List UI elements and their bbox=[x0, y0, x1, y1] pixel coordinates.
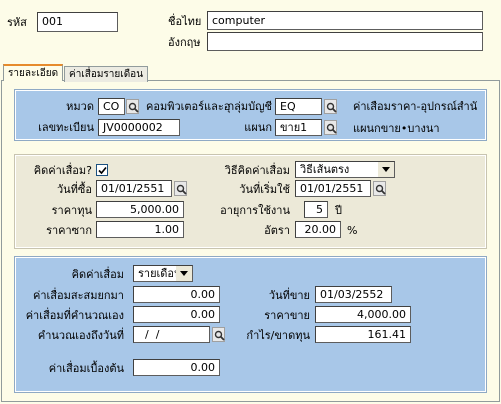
calc-until-search-button[interactable] bbox=[212, 327, 225, 342]
register-label: เลขทะเบียน bbox=[38, 121, 94, 134]
search-icon bbox=[326, 102, 337, 113]
category-search-button[interactable] bbox=[126, 99, 139, 114]
account-group-search-button[interactable] bbox=[324, 99, 337, 114]
check-icon bbox=[98, 166, 107, 175]
start-date-label: วันที่เริ่มใช้ bbox=[239, 183, 290, 196]
name-th-label: ชื่อไทย bbox=[168, 15, 202, 28]
category-label: หมวด bbox=[66, 100, 94, 113]
salvage-label: ราคาซาก bbox=[46, 224, 92, 237]
search-icon bbox=[176, 184, 187, 195]
life-label: อายุการใช้งาน bbox=[220, 204, 290, 217]
department-code-field[interactable]: ขาย1 bbox=[275, 119, 322, 136]
calc-until-field[interactable]: / / bbox=[133, 326, 210, 343]
accum-label: ค่าเสื่อมสะสมยกมา bbox=[33, 289, 124, 302]
period-label: คิดค่าเสื่อม bbox=[71, 268, 124, 281]
account-group-label: กลุ่มบัญชี bbox=[227, 100, 272, 113]
name-en-field[interactable] bbox=[207, 32, 483, 51]
start-date-search-button[interactable] bbox=[373, 181, 386, 196]
search-icon bbox=[214, 330, 225, 341]
calc-depreciation-label: คิดค่าเสื่อม? bbox=[33, 164, 92, 177]
life-unit: ปี bbox=[335, 204, 342, 217]
search-icon bbox=[375, 184, 386, 195]
code-field[interactable]: 001 bbox=[37, 12, 118, 32]
initial-field[interactable]: 0.00 bbox=[133, 359, 220, 376]
tab-monthly-depreciation[interactable]: ค่าเสื่อมรายเดือน bbox=[64, 66, 149, 82]
purchase-date-search-button[interactable] bbox=[174, 181, 187, 196]
profit-field[interactable]: 161.41 bbox=[315, 326, 411, 343]
method-dropdown-button[interactable] bbox=[378, 162, 394, 177]
department-name: แผนกขาย•บางนา bbox=[353, 122, 440, 135]
manual-field[interactable]: 0.00 bbox=[133, 306, 220, 323]
cost-label: ราคาทุน bbox=[51, 204, 92, 217]
search-icon bbox=[326, 123, 337, 134]
sale-date-label: วันที่ขาย bbox=[268, 289, 310, 302]
purchase-date-label: วันที่ซื้อ bbox=[56, 183, 92, 196]
accum-field[interactable]: 0.00 bbox=[133, 286, 220, 303]
department-search-button[interactable] bbox=[324, 120, 337, 135]
name-th-field[interactable]: computer bbox=[207, 11, 483, 30]
account-group-code-field[interactable]: EQ bbox=[275, 98, 322, 115]
register-field[interactable]: JV0000002 bbox=[98, 119, 180, 136]
rate-field[interactable]: 20.00 bbox=[295, 221, 341, 238]
sale-price-label: ราคาขาย bbox=[264, 309, 310, 322]
manual-label: ค่าเสื่อมที่คำนวณเอง bbox=[25, 309, 124, 322]
start-date-field[interactable]: 01/01/2551 bbox=[295, 180, 371, 197]
rate-unit: % bbox=[347, 224, 358, 237]
life-field[interactable]: 5 bbox=[304, 201, 328, 218]
department-label: แผนก bbox=[244, 121, 272, 134]
sale-date-field[interactable]: 01/03/2552 bbox=[315, 286, 392, 303]
sale-price-field[interactable]: 4,000.00 bbox=[315, 306, 411, 323]
name-en-label: อังกฤษ bbox=[168, 36, 201, 49]
tab-details[interactable]: รายละเอียด bbox=[3, 64, 64, 81]
calc-depreciation-checkbox[interactable] bbox=[96, 164, 108, 176]
account-group-name: ค่าเสื่อมราคา-อุปกรณ์สำนั bbox=[353, 100, 478, 113]
calc-until-label: คำนวณเองถึงวันที่ bbox=[37, 329, 124, 342]
initial-label: ค่าเสื่อมเบื้องต้น bbox=[48, 362, 124, 375]
code-label: รหัส bbox=[7, 16, 27, 29]
method-label: วิธีคิดค่าเสื่อม bbox=[224, 164, 290, 177]
rate-label: อัตรา bbox=[264, 224, 290, 237]
cost-field[interactable]: 5,000.00 bbox=[96, 201, 184, 218]
category-code-field[interactable]: CO bbox=[98, 98, 125, 115]
profit-label: กำไร/ขาดทุน bbox=[246, 329, 310, 342]
search-icon bbox=[128, 102, 139, 113]
period-dropdown-button[interactable] bbox=[176, 266, 192, 281]
salvage-field[interactable]: 1.00 bbox=[96, 221, 184, 238]
purchase-date-field[interactable]: 01/01/2551 bbox=[96, 180, 172, 197]
